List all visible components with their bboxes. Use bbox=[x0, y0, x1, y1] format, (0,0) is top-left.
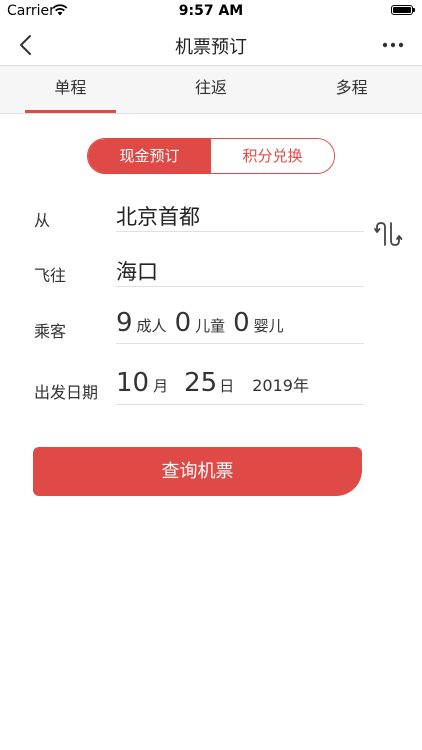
divider bbox=[116, 231, 364, 232]
divider bbox=[116, 404, 364, 405]
tab-multi-city[interactable]: 多程 bbox=[281, 66, 422, 113]
passenger-selector[interactable]: 9 成人 0 儿童 0 婴儿 bbox=[116, 308, 292, 342]
status-time: 9:57 AM bbox=[178, 3, 244, 19]
trip-type-tabs: 单程 往返 多程 bbox=[0, 66, 422, 114]
day-value: 25 bbox=[184, 368, 218, 398]
passenger-label: 乘客 bbox=[34, 322, 67, 341]
to-city[interactable]: 海口 bbox=[116, 256, 158, 286]
tab-round-trip[interactable]: 往返 bbox=[141, 66, 282, 113]
nav-bar: 机票预订 bbox=[0, 24, 422, 66]
search-flights-button[interactable]: 查询机票 bbox=[33, 447, 362, 496]
swap-icon[interactable] bbox=[374, 219, 406, 249]
departure-date-label: 出发日期 bbox=[34, 383, 99, 402]
departure-date-picker[interactable]: 10 月 25 日 2019年 bbox=[116, 368, 309, 402]
infant-unit: 婴儿 bbox=[253, 317, 284, 335]
from-label: 从 bbox=[34, 211, 51, 230]
to-label: 飞往 bbox=[34, 266, 67, 285]
year-value: 2019年 bbox=[252, 376, 309, 395]
page-title: 机票预订 bbox=[175, 37, 247, 58]
tab-one-way[interactable]: 单程 bbox=[0, 66, 141, 113]
cash-booking-button[interactable]: 现金预订 bbox=[88, 139, 211, 173]
month-value: 10 bbox=[116, 368, 150, 398]
divider bbox=[116, 286, 364, 287]
from-city[interactable]: 北京首都 bbox=[116, 201, 200, 231]
battery-icon bbox=[391, 5, 415, 15]
child-count: 0 bbox=[174, 308, 192, 338]
points-redeem-button[interactable]: 积分兑换 bbox=[211, 139, 334, 173]
divider bbox=[116, 343, 364, 344]
month-unit: 月 bbox=[153, 377, 169, 395]
payment-segment: 现金预订 积分兑换 bbox=[87, 138, 335, 174]
status-bar: Carrier 9:57 AM bbox=[0, 0, 422, 24]
more-icon[interactable] bbox=[380, 32, 406, 58]
child-unit: 儿童 bbox=[195, 317, 226, 335]
day-unit: 日 bbox=[219, 377, 235, 395]
adult-count: 9 bbox=[116, 308, 133, 338]
adult-unit: 成人 bbox=[136, 317, 167, 335]
infant-count: 0 bbox=[233, 308, 250, 338]
